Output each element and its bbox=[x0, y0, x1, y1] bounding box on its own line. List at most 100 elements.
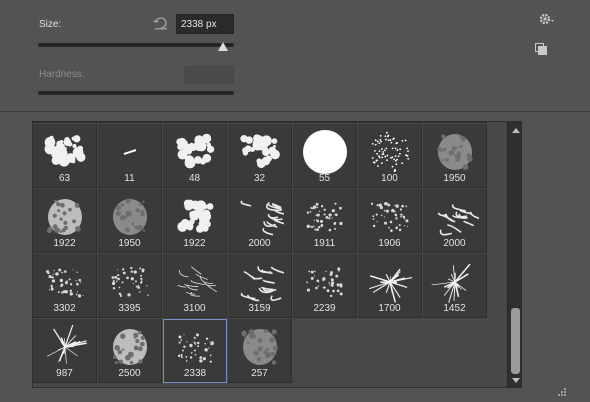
brush-preset[interactable]: 2500 bbox=[98, 319, 162, 383]
size-slider-thumb[interactable] bbox=[218, 42, 229, 51]
brush-thumbnail bbox=[306, 267, 343, 298]
brush-preset[interactable]: 2000 bbox=[228, 189, 292, 253]
brush-size-label: 1950 bbox=[443, 173, 466, 184]
brush-thumbnail bbox=[437, 204, 479, 236]
brush-preset[interactable]: 63 bbox=[293, 122, 357, 123]
brush-preset[interactable]: 3302 bbox=[33, 254, 97, 318]
brush-size-label: 3159 bbox=[248, 303, 271, 314]
gear-icon[interactable] bbox=[538, 12, 554, 26]
brush-preset[interactable]: 3100 bbox=[163, 254, 227, 318]
brush-grid: 9036363363663963114832551001950192219501… bbox=[33, 122, 487, 387]
brush-size-label: 55 bbox=[318, 173, 331, 184]
new-preset-icon[interactable] bbox=[535, 43, 547, 55]
brush-preset[interactable]: 1950 bbox=[423, 124, 487, 188]
brush-size-label: 2000 bbox=[248, 238, 271, 249]
brush-preset-list: 9036363363663963114832551001950192219501… bbox=[32, 121, 522, 388]
brush-size-label: 3395 bbox=[118, 303, 141, 314]
scrollbar-thumb[interactable] bbox=[511, 308, 520, 374]
brush-size-label: 2239 bbox=[313, 303, 336, 314]
brush-size-label: 2500 bbox=[118, 368, 141, 379]
brush-thumbnail bbox=[111, 266, 149, 298]
brush-thumbnail bbox=[241, 328, 279, 365]
brush-preset[interactable]: 48 bbox=[163, 124, 227, 188]
brush-size-label: 1452 bbox=[443, 303, 466, 314]
resize-grip-icon[interactable] bbox=[556, 386, 568, 398]
brush-thumbnail bbox=[240, 266, 284, 302]
brush-size-label: 1922 bbox=[183, 238, 206, 249]
brush-thumbnail bbox=[369, 268, 413, 303]
brush-thumbnail bbox=[306, 202, 343, 232]
hardness-input bbox=[184, 66, 234, 84]
brush-thumbnail bbox=[47, 325, 87, 364]
brush-thumbnail bbox=[370, 202, 409, 232]
brush-settings-header: Size: Hardness: bbox=[0, 0, 590, 112]
brush-size-label: 257 bbox=[251, 368, 268, 379]
brush-preset[interactable]: 257 bbox=[228, 319, 292, 383]
brush-preset[interactable]: 100 bbox=[358, 124, 422, 188]
brush-preset[interactable]: 63 bbox=[33, 124, 97, 188]
brush-thumbnail bbox=[113, 198, 147, 235]
brush-thumbnail bbox=[240, 134, 280, 168]
brush-size-label: 100 bbox=[381, 173, 398, 184]
brush-preset[interactable]: 36 bbox=[98, 122, 162, 123]
brush-preset[interactable]: 39 bbox=[423, 122, 487, 123]
brush-thumbnail bbox=[177, 199, 214, 233]
brush-preset[interactable]: 1452 bbox=[423, 254, 487, 318]
brush-thumbnail bbox=[303, 130, 347, 174]
brush-preset[interactable]: 66 bbox=[358, 122, 422, 123]
reset-arrow-icon[interactable] bbox=[153, 16, 169, 30]
brush-size-label: 1700 bbox=[378, 303, 401, 314]
brush-thumbnail bbox=[431, 263, 471, 303]
size-slider[interactable] bbox=[38, 42, 234, 51]
brush-preset[interactable]: 36 bbox=[163, 122, 227, 123]
brush-preset-panel: Size: Hardness: 903636336366396311483255… bbox=[0, 0, 590, 402]
brush-size-label: 2000 bbox=[443, 238, 466, 249]
brush-preset-selected[interactable]: 2338 bbox=[163, 319, 227, 383]
brush-preset[interactable]: 1700 bbox=[358, 254, 422, 318]
brush-size-label: 11 bbox=[124, 173, 135, 184]
brush-size-label: 2338 bbox=[183, 368, 207, 379]
brush-size-label: 1906 bbox=[378, 238, 401, 249]
brush-preset[interactable]: 55 bbox=[293, 124, 357, 188]
brush-preset[interactable]: 32 bbox=[228, 124, 292, 188]
brush-thumbnail bbox=[437, 134, 473, 171]
size-input[interactable] bbox=[176, 14, 234, 34]
size-label: Size: bbox=[39, 19, 62, 30]
brush-thumbnail bbox=[112, 329, 147, 365]
brush-thumbnail bbox=[44, 135, 86, 167]
brush-preset[interactable]: 1950 bbox=[98, 189, 162, 253]
hardness-slider bbox=[38, 91, 234, 95]
brush-thumbnail bbox=[46, 268, 84, 298]
brush-thumbnail bbox=[123, 149, 137, 155]
brush-preset[interactable]: 1911 bbox=[293, 189, 357, 253]
brush-size-label: 3100 bbox=[183, 303, 206, 314]
brush-size-label: 1911 bbox=[313, 238, 336, 249]
brush-size-label: 63 bbox=[58, 173, 71, 184]
brush-size-label: 1922 bbox=[53, 238, 76, 249]
brush-preset[interactable]: 2239 bbox=[293, 254, 357, 318]
brush-preset[interactable]: 3395 bbox=[98, 254, 162, 318]
brush-thumbnail bbox=[177, 333, 215, 363]
brush-thumbnail bbox=[371, 131, 410, 173]
scrollbar[interactable] bbox=[507, 122, 521, 387]
brush-preset[interactable]: 90 bbox=[33, 122, 97, 123]
brush-thumbnail bbox=[177, 265, 217, 297]
hardness-label: Hardness: bbox=[39, 69, 85, 80]
scroll-down-icon[interactable] bbox=[512, 378, 520, 383]
scroll-up-icon[interactable] bbox=[512, 128, 520, 133]
brush-thumbnail bbox=[240, 200, 284, 236]
brush-preset[interactable]: 3159 bbox=[228, 254, 292, 318]
brush-preset[interactable]: 33 bbox=[228, 122, 292, 123]
brush-size-label: 32 bbox=[253, 173, 266, 184]
brush-size-label: 987 bbox=[56, 368, 73, 379]
brush-preset[interactable]: 2000 bbox=[423, 189, 487, 253]
brush-thumbnail bbox=[46, 199, 82, 235]
brush-size-label: 1950 bbox=[118, 238, 141, 249]
brush-preset[interactable]: 987 bbox=[33, 319, 97, 383]
brush-preset[interactable]: 11 bbox=[98, 124, 162, 188]
brush-preset[interactable]: 1922 bbox=[163, 189, 227, 253]
brush-preset[interactable]: 1922 bbox=[33, 189, 97, 253]
brush-size-label: 48 bbox=[188, 173, 201, 184]
brush-size-label: 3302 bbox=[53, 303, 76, 314]
brush-preset[interactable]: 1906 bbox=[358, 189, 422, 253]
